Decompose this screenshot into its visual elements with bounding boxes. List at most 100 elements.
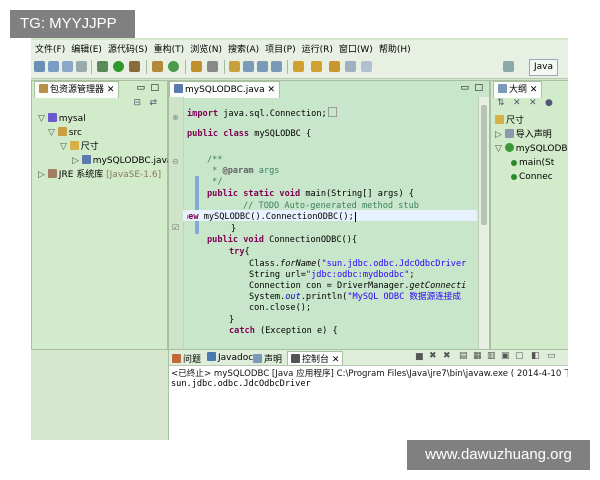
outline-item-class[interactable]: ▽ mySQLODBC	[495, 143, 568, 155]
code-line: }	[231, 224, 237, 234]
collapse-all-icon[interactable]: ⊟	[133, 98, 141, 108]
tab-problems[interactable]: 问题	[172, 352, 201, 365]
tab-javadoc[interactable]: Javadoc	[207, 352, 253, 363]
tree-item-package[interactable]: ▽ 尺寸	[60, 141, 99, 153]
outline-item-imports[interactable]: ▷ 导入声明	[495, 129, 552, 141]
new-icon[interactable]	[34, 61, 45, 72]
package-explorer-tab[interactable]: 包资源管理器 ✕	[34, 81, 120, 98]
external-tools-icon[interactable]	[129, 61, 140, 72]
imports-icon	[504, 129, 514, 138]
minimize-icon[interactable]: ▭	[547, 351, 556, 361]
word-wrap-icon[interactable]: ▥	[487, 351, 496, 361]
code-line: try{	[229, 247, 250, 257]
outline-item-label: mySQLODBC	[515, 144, 568, 154]
scroll-lock-icon[interactable]: ▦	[473, 351, 482, 361]
remove-all-icon[interactable]: ✖	[443, 351, 451, 361]
tree-item-label: JRE 系统库	[58, 170, 104, 180]
menu-window[interactable]: 窗口(W)	[339, 42, 373, 55]
display-console-icon[interactable]: ▢	[515, 351, 524, 361]
tree-item-project[interactable]: ▽ mysal	[38, 113, 86, 125]
link-editor-icon[interactable]: ⇄	[149, 98, 157, 108]
outline-item-package[interactable]: 尺寸	[495, 115, 524, 127]
menu-search[interactable]: 搜索(A)	[228, 42, 259, 55]
save-all-icon[interactable]	[62, 61, 73, 72]
editor-tab[interactable]: mySQLODBC.java ✕	[169, 81, 281, 98]
open-perspective-icon[interactable]	[503, 61, 514, 72]
back-icon[interactable]	[345, 61, 356, 72]
open-console-icon[interactable]: ◧	[531, 351, 540, 361]
code-line: public void ConnectionODBC(){	[207, 235, 358, 245]
menu-bar: 文件(F) 编辑(E) 源代码(S) 重构(T) 浏览(N) 搜索(A) 项目(…	[31, 40, 568, 56]
remove-launch-icon[interactable]: ✖	[429, 351, 437, 361]
menu-source[interactable]: 源代码(S)	[108, 42, 148, 55]
run-icon[interactable]	[113, 61, 124, 72]
code-line: */	[207, 177, 223, 187]
open-type-icon[interactable]	[191, 61, 202, 72]
tab-console[interactable]: 控制台 ✕	[287, 351, 344, 366]
debug-icon[interactable]	[97, 61, 108, 72]
menu-refactor[interactable]: 重构(T)	[154, 42, 185, 55]
method-icon	[511, 174, 517, 180]
menu-edit[interactable]: 编辑(E)	[71, 42, 102, 55]
console-tabbar: 问题 Javadoc 声明 控制台 ✕ ■ ✖ ✖ ▤ ▦ ▥ ▣ ▢ ◧ ▭	[169, 350, 568, 366]
show-whitespace-icon[interactable]	[257, 61, 268, 72]
tree-item-decoration: [JavaSE-1.6]	[106, 170, 162, 180]
previous-annotation-icon[interactable]	[311, 61, 322, 72]
code-area[interactable]: import java.sql.Connection; public class…	[187, 105, 477, 351]
menu-run[interactable]: 运行(R)	[302, 42, 333, 55]
tab-declaration[interactable]: 声明	[253, 352, 282, 365]
minimize-icon[interactable]: ▭	[136, 83, 145, 93]
terminate-icon[interactable]: ■	[415, 352, 424, 362]
task-marker-icon[interactable]: ☑	[172, 223, 179, 232]
block-selection-icon[interactable]	[271, 61, 282, 72]
code-line: * @param args	[207, 166, 280, 176]
library-icon	[47, 169, 57, 178]
outline-item-main[interactable]: main(St	[511, 157, 554, 169]
next-annotation-icon[interactable]	[293, 61, 304, 72]
tree-item-jre[interactable]: ▷ JRE 系统库 [JavaSE-1.6]	[38, 169, 161, 181]
editor-tab-title: mySQLODBC.java	[185, 85, 265, 95]
search-icon[interactable]	[207, 61, 218, 72]
method-icon	[511, 160, 517, 166]
sort-icon[interactable]: ⇅	[497, 98, 505, 108]
maximize-icon[interactable]: □	[150, 83, 159, 93]
hide-static-icon[interactable]: ✕	[529, 98, 537, 108]
menu-file[interactable]: 文件(F)	[35, 42, 65, 55]
hide-nonpublic-icon[interactable]: ●	[545, 98, 553, 108]
outline-item-connection[interactable]: Connec	[511, 171, 553, 183]
new-java-project-icon[interactable]	[152, 61, 163, 72]
code-editor[interactable]: mySQLODBC.java ✕ ▭ □ ⊕ ⊖ ☑ import java.s…	[168, 80, 490, 352]
print-icon[interactable]	[76, 61, 87, 72]
pin-console-icon[interactable]: ▣	[501, 351, 510, 361]
toggle-mark-icon[interactable]	[243, 61, 254, 72]
watermark: www.dawuzhuang.org	[407, 440, 590, 470]
new-class-icon[interactable]	[168, 61, 179, 72]
java-perspective-button[interactable]: Java	[528, 59, 558, 76]
eclipse-window: 文件(F) 编辑(E) 源代码(S) 重构(T) 浏览(N) 搜索(A) 项目(…	[31, 38, 568, 440]
minimize-icon[interactable]: ▭	[460, 83, 469, 93]
tree-item-src[interactable]: ▽ src	[48, 127, 82, 139]
outline-item-label: main(St	[519, 158, 555, 168]
outline-tab[interactable]: 大纲 ✕	[493, 81, 543, 98]
tree-item-label: mysal	[58, 114, 86, 124]
toolbar-separator	[287, 60, 288, 74]
maximize-icon[interactable]: □	[474, 83, 483, 93]
scrollbar-thumb[interactable]	[481, 105, 487, 225]
forward-icon[interactable]	[361, 61, 372, 72]
tree-item-java-file[interactable]: ▷ mySQLODBC.java	[72, 155, 172, 167]
java-file-icon	[81, 155, 91, 164]
fold-icon[interactable]: ⊖	[172, 157, 179, 166]
menu-help[interactable]: 帮助(H)	[379, 42, 411, 55]
code-line: /**	[207, 155, 223, 165]
hide-fields-icon[interactable]: ✕	[513, 98, 521, 108]
fold-icon[interactable]: ⊕	[172, 113, 179, 122]
annotation-icon[interactable]	[229, 61, 240, 72]
source-folder-icon	[57, 127, 67, 136]
code-line: public static void main(String[] args) {	[207, 189, 414, 199]
last-edit-icon[interactable]	[329, 61, 340, 72]
save-icon[interactable]	[48, 61, 59, 72]
menu-project[interactable]: 项目(P)	[265, 42, 295, 55]
editor-vertical-scrollbar[interactable]	[478, 97, 489, 351]
clear-console-icon[interactable]: ▤	[459, 351, 468, 361]
menu-navigate[interactable]: 浏览(N)	[190, 42, 222, 55]
